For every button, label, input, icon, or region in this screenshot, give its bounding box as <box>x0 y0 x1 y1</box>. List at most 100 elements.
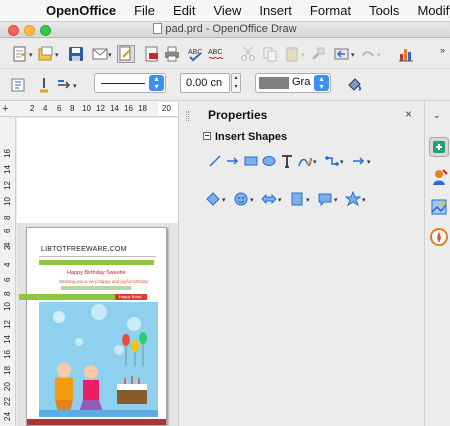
new-document-icon[interactable] <box>12 46 28 62</box>
drawing-page[interactable]: LIBTOTFREEWARE.COM Happy Birthday Sweeti… <box>19 227 167 426</box>
templates-icon[interactable] <box>38 46 54 62</box>
lines-arrows-dropdown-icon[interactable]: ▾ <box>367 158 371 166</box>
print-icon[interactable] <box>164 46 180 62</box>
flowchart-dropdown-icon[interactable]: ▾ <box>306 196 310 204</box>
app-menu[interactable]: OpenOffice <box>46 3 116 18</box>
card-light-band <box>61 286 131 290</box>
line-width-field[interactable]: 0.00 cn <box>180 73 230 93</box>
line-style-select[interactable]: ▴ ▾ <box>94 73 166 93</box>
line-arrow-tool-icon[interactable] <box>225 153 241 169</box>
block-arrows-icon[interactable] <box>261 191 277 207</box>
callouts-icon[interactable] <box>317 191 333 207</box>
stars-icon[interactable] <box>345 191 361 207</box>
lines-arrows-tool-icon[interactable] <box>351 153 367 169</box>
connector-tool-icon[interactable] <box>324 153 340 169</box>
basic-shapes-dropdown-icon[interactable]: ▾ <box>222 196 226 204</box>
card-banner-text: Happy Bday! <box>119 294 142 299</box>
menu-edit[interactable]: Edit <box>173 3 195 18</box>
birthday-scene-icon <box>39 302 158 417</box>
birthday-illustration <box>39 302 158 417</box>
spellcheck-icon[interactable]: ABC <box>188 46 204 62</box>
autospellcheck-icon[interactable]: ABC <box>208 46 224 62</box>
undo-dropdown-icon[interactable]: ▾ <box>351 51 355 59</box>
rectangle-tool-icon[interactable] <box>243 153 259 169</box>
stars-dropdown-icon[interactable]: ▾ <box>362 196 366 204</box>
templates-dropdown-icon[interactable]: ▾ <box>55 51 59 59</box>
card-subheading: Wishing you a very happy and joyful birt… <box>59 279 149 284</box>
ruler-tick: 18 <box>138 104 147 113</box>
ruler-tick: 8 <box>70 104 75 113</box>
properties-tab-icon[interactable] <box>429 137 449 157</box>
styles-formatting-icon[interactable] <box>10 77 26 93</box>
arrow-style-icon[interactable] <box>56 77 72 93</box>
ruler-tick: 14 <box>3 335 12 344</box>
new-dropdown-icon[interactable]: ▾ <box>29 51 33 59</box>
basic-shapes-icon[interactable] <box>205 191 221 207</box>
card-bottom-band <box>27 419 166 425</box>
menu-file[interactable]: File <box>134 3 155 18</box>
sidebar-tab-bar: ⌄ <box>424 101 450 426</box>
arrow-style-dropdown-icon[interactable]: ▾ <box>73 82 77 90</box>
save-icon[interactable] <box>68 46 84 62</box>
menu-bar: OpenOffice File Edit View Insert Format … <box>0 0 450 22</box>
symbol-shapes-icon[interactable] <box>233 191 249 207</box>
redo-icon <box>362 51 374 57</box>
flowchart-icon[interactable] <box>289 191 305 207</box>
grip-dots-icon <box>186 111 189 121</box>
collapse-toggle-icon[interactable]: − <box>203 132 211 140</box>
connector-dropdown-icon[interactable]: ▾ <box>340 158 344 166</box>
redo-dropdown-icon: ▾ <box>377 52 381 59</box>
ruler-tick: 10 <box>3 302 12 311</box>
area-fill-icon[interactable] <box>346 76 362 92</box>
vertical-ruler[interactable]: 16 14 12 10 8 6 4 2 4 6 8 10 12 14 16 18… <box>0 117 16 426</box>
email-dropdown-icon[interactable]: ▾ <box>108 51 112 59</box>
styles-tab-icon[interactable] <box>429 167 449 187</box>
menu-tools[interactable]: Tools <box>369 3 399 18</box>
sidebar-menu-icon[interactable]: ⌄ <box>433 110 441 121</box>
line-style-chevron-icon[interactable]: ▴ ▾ <box>149 75 164 91</box>
menu-format[interactable]: Format <box>310 3 351 18</box>
ruler-tick: 20 <box>3 382 12 391</box>
export-pdf-icon[interactable] <box>144 46 160 62</box>
chart-icon[interactable] <box>398 46 414 62</box>
ruler-tick: 10 <box>3 197 12 206</box>
curve-tool-icon[interactable] <box>297 153 313 169</box>
properties-sidebar: Properties × − Insert Shapes ▾ ▾ ▾ ▾ ▾ ▾… <box>178 101 424 426</box>
ruler-tick: 16 <box>3 350 12 359</box>
previous-page[interactable] <box>17 118 178 223</box>
sidebar-title: Properties <box>208 108 268 122</box>
toolbar-overflow-icon[interactable]: » <box>440 45 445 55</box>
navigator-tab-icon[interactable] <box>429 227 449 247</box>
ruler-tick: 12 <box>3 320 12 329</box>
callouts-dropdown-icon[interactable]: ▾ <box>334 196 338 204</box>
svg-text:ABC: ABC <box>208 49 222 56</box>
email-icon[interactable] <box>92 46 108 62</box>
ruler-tick: 18 <box>3 366 12 375</box>
undo-icon[interactable] <box>334 46 350 62</box>
menu-view[interactable]: View <box>213 3 241 18</box>
line-tool-icon[interactable] <box>207 153 223 169</box>
line-icon[interactable] <box>36 77 52 93</box>
insert-shapes-section[interactable]: − Insert Shapes <box>203 131 287 143</box>
ruler-tick: 12 <box>96 104 105 113</box>
card-green-band <box>39 260 154 265</box>
block-arrows-dropdown-icon[interactable]: ▾ <box>278 196 282 204</box>
line-color-select[interactable]: Gra ▴ ▾ <box>255 73 331 93</box>
gallery-tab-icon[interactable] <box>429 197 449 217</box>
sidebar-resize-grip[interactable] <box>181 101 195 426</box>
ruler-tick: 6 <box>57 104 62 113</box>
horizontal-ruler[interactable]: + 2 4 6 8 10 12 14 16 18 20 <box>0 101 178 117</box>
section-title: Insert Shapes <box>215 131 288 143</box>
line-color-chevron-icon[interactable]: ▴ ▾ <box>314 75 329 91</box>
text-tool-icon[interactable] <box>279 153 295 169</box>
curve-dropdown-icon[interactable]: ▾ <box>313 158 317 166</box>
menu-insert[interactable]: Insert <box>259 3 292 18</box>
sidebar-close-icon[interactable]: × <box>405 107 412 121</box>
ellipse-tool-icon[interactable] <box>261 153 277 169</box>
symbol-shapes-dropdown-icon[interactable]: ▾ <box>250 196 254 204</box>
ruler-tick: 8 <box>3 215 12 220</box>
line-width-spinner[interactable]: ▴ ▾ <box>231 73 241 93</box>
menu-modify[interactable]: Modify <box>417 3 450 18</box>
ruler-tick: 12 <box>3 181 12 190</box>
edit-file-icon[interactable] <box>117 45 135 63</box>
